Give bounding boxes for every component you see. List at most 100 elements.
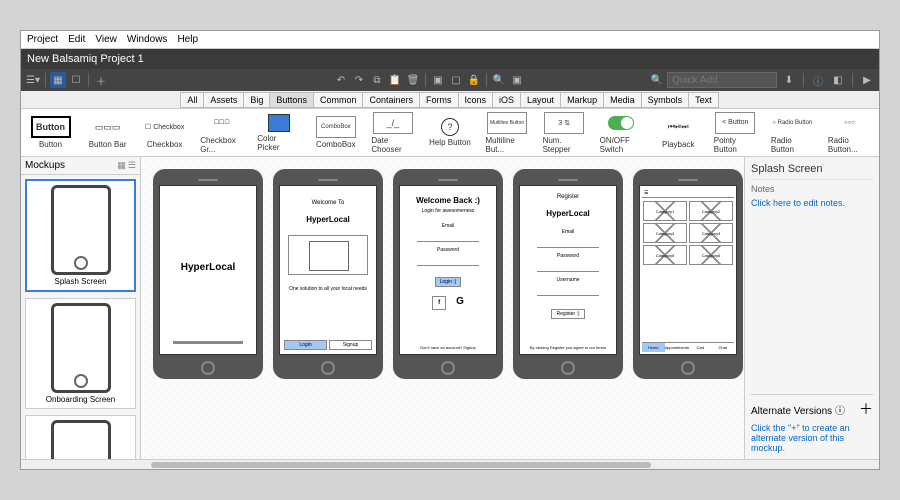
quick-add-input[interactable] — [667, 72, 777, 88]
signup-link[interactable]: Don't have an account? Signup — [420, 345, 475, 350]
ctl-radiogroup[interactable]: ○○○Radio Button... — [828, 112, 871, 154]
sidebar-grid-icon[interactable]: ▦ — [117, 160, 126, 171]
menu-project[interactable]: Project — [27, 34, 58, 45]
ctl-colorpicker[interactable]: Color Picker — [257, 114, 300, 152]
horizontal-scrollbar[interactable] — [21, 459, 879, 469]
tab-text[interactable]: Text — [688, 92, 719, 108]
help-icon[interactable]: ⓘ — [835, 406, 845, 417]
ctl-playback[interactable]: ⏮⏯⏭Playback — [657, 116, 700, 149]
password-field[interactable] — [417, 258, 479, 266]
menu-windows[interactable]: Windows — [127, 34, 168, 45]
category-tile[interactable]: Category2 — [689, 201, 733, 221]
tab-forms[interactable]: Forms — [419, 92, 459, 108]
control-gallery[interactable]: ButtonButton ▭▭▭Button Bar ☐ CheckboxChe… — [21, 109, 879, 157]
login-button[interactable]: Login — [284, 340, 327, 350]
menubar: Project Edit View Windows Help — [21, 31, 879, 49]
tab-common[interactable]: Common — [313, 92, 364, 108]
phone-onboarding[interactable]: Welcome To HyperLocal One solution to al… — [273, 169, 383, 379]
category-tile[interactable]: Category5 — [643, 245, 687, 265]
tab-media[interactable]: Media — [603, 92, 642, 108]
copy-icon[interactable]: ⧉ — [369, 72, 385, 88]
category-tile[interactable]: Category3 — [643, 223, 687, 243]
ctl-combobox[interactable]: ComboBoxComboBox — [314, 116, 357, 149]
menu-help[interactable]: Help — [177, 34, 198, 45]
login-submit-button[interactable]: Login :) — [435, 277, 462, 287]
thumb-login[interactable]: Login Screen — [25, 415, 136, 459]
email-field[interactable] — [417, 234, 479, 242]
menu-view[interactable]: View — [95, 34, 117, 45]
tab-buttons[interactable]: Buttons — [269, 92, 314, 108]
ctl-checkbox-group[interactable]: ☐☐☐Checkbox Gr... — [200, 112, 243, 154]
delete-icon[interactable]: 🗑 — [405, 72, 421, 88]
phone-home[interactable]: ☰ Category1 Category2 Category3 Category… — [633, 169, 743, 379]
reg-email-field[interactable] — [537, 240, 599, 248]
view-list-icon[interactable]: ☐ — [68, 72, 84, 88]
ctl-multiline[interactable]: Multiline ButtonMultiline But... — [486, 112, 529, 154]
ctl-checkbox[interactable]: ☐ CheckboxCheckbox — [143, 116, 186, 149]
add-alt-button[interactable]: ＋ — [859, 399, 873, 419]
project-title: New Balsamiq Project 1 — [27, 53, 144, 65]
thumb-splash[interactable]: Splash Screen — [25, 179, 136, 292]
menu-edit[interactable]: Edit — [68, 34, 85, 45]
redo-icon[interactable]: ↷ — [351, 72, 367, 88]
ctl-buttonbar[interactable]: ▭▭▭Button Bar — [86, 116, 129, 149]
tab-markup[interactable]: Markup — [560, 92, 604, 108]
facebook-button[interactable]: f — [432, 296, 446, 310]
splash-logo: HyperLocal — [181, 262, 235, 273]
ungroup-icon[interactable]: ▢ — [448, 72, 464, 88]
reg-password-field[interactable] — [537, 264, 599, 272]
fullscreen-icon[interactable]: ▶ — [859, 72, 875, 88]
group-icon[interactable]: ▣ — [430, 72, 446, 88]
ctl-radiobutton[interactable]: ○ Radio ButtonRadio Button — [771, 112, 814, 154]
panel-toggle-icon[interactable]: ◧ — [830, 72, 846, 88]
google-button[interactable]: G — [456, 296, 464, 310]
paste-icon[interactable]: 📋 — [387, 72, 403, 88]
phone-register[interactable]: Register HyperLocal Email Password Usern… — [513, 169, 623, 379]
ctl-button[interactable]: ButtonButton — [29, 116, 72, 149]
phone-login[interactable]: Welcome Back :) Login for awesomeness Em… — [393, 169, 503, 379]
ctl-switch[interactable]: ON/OFF Switch — [600, 112, 643, 154]
lock-icon[interactable]: 🔒 — [466, 72, 482, 88]
category-tile[interactable]: Category4 — [689, 223, 733, 243]
info-icon[interactable]: ⓘ — [810, 72, 826, 88]
thumb-label: Onboarding Screen — [46, 395, 115, 404]
tab-big[interactable]: Big — [243, 92, 270, 108]
ctl-pointybutton[interactable]: < ButtonPointy Button — [714, 112, 757, 154]
add-mockup-icon[interactable]: ＋ — [93, 72, 109, 88]
tab-assets[interactable]: Assets — [203, 92, 244, 108]
tab-chat[interactable]: Chat — [712, 343, 735, 352]
thumbs-list[interactable]: Splash Screen Onboarding Screen Login Sc… — [21, 175, 140, 459]
thumb-onboarding[interactable]: Onboarding Screen — [25, 298, 136, 409]
ctl-helpbutton[interactable]: ?Help Button — [428, 118, 471, 147]
tab-containers[interactable]: Containers — [362, 92, 420, 108]
category-tile[interactable]: Category6 — [689, 245, 733, 265]
ctl-datechooser[interactable]: _/_Date Chooser — [371, 112, 414, 154]
signup-button[interactable]: Signup — [329, 340, 372, 350]
hamburger-icon[interactable]: ☰▾ — [25, 72, 41, 88]
tab-all[interactable]: All — [180, 92, 204, 108]
tab-layout[interactable]: Layout — [520, 92, 561, 108]
ctl-numstepper[interactable]: 3 ⇅Num. Stepper — [543, 112, 586, 154]
canvas[interactable]: HyperLocal Welcome To HyperLocal One sol… — [141, 157, 744, 459]
tab-cart[interactable]: Cart — [689, 343, 712, 352]
sidebar-list-icon[interactable]: ☰ — [128, 160, 136, 171]
reg-username-field[interactable] — [537, 288, 599, 296]
view-thumbs-icon[interactable]: ▦ — [50, 72, 66, 88]
tab-ios[interactable]: iOS — [492, 92, 521, 108]
zoom-fit-icon[interactable]: ▣ — [509, 72, 525, 88]
register-button[interactable]: Register :) — [551, 309, 584, 319]
notes-edit-link[interactable]: Click here to edit notes. — [751, 198, 873, 208]
tab-icons[interactable]: Icons — [458, 92, 494, 108]
import-icon[interactable]: ⬇ — [781, 72, 797, 88]
category-tile[interactable]: Category1 — [643, 201, 687, 221]
main-toolbar: ☰▾ ▦ ☐ ＋ ↶ ↷ ⧉ 📋 🗑 ▣ ▢ 🔒 🔍 ▣ 🔍 ⬇ ⓘ — [21, 69, 879, 91]
undo-icon[interactable]: ↶ — [333, 72, 349, 88]
scrollbar-handle[interactable] — [151, 462, 651, 468]
password-label: Password — [437, 247, 459, 253]
phone-splash[interactable]: HyperLocal — [153, 169, 263, 379]
tab-home[interactable]: Home — [642, 343, 665, 352]
zoom-icon[interactable]: 🔍 — [491, 72, 507, 88]
home-button-icon — [321, 361, 335, 375]
tab-appointments[interactable]: Appointments — [665, 343, 689, 352]
tab-symbols[interactable]: Symbols — [641, 92, 690, 108]
